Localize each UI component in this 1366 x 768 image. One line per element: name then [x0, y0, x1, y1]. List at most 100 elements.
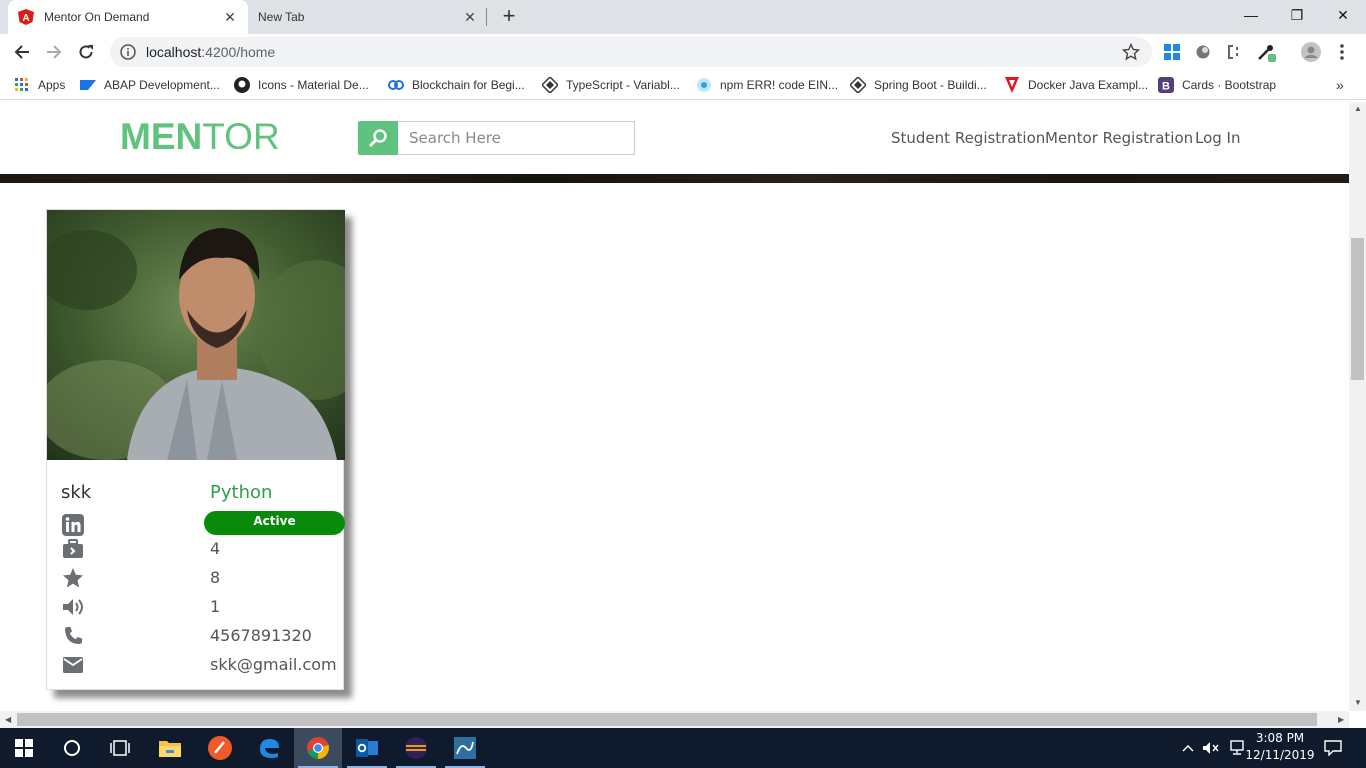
bookmarks-overflow-chevron-icon[interactable]: »: [1336, 76, 1344, 94]
hero-banner-strip: [0, 174, 1349, 183]
mentor-skill: Python: [210, 482, 273, 503]
notifications-icon[interactable]: [1320, 728, 1346, 768]
rating-row: 8: [47, 566, 345, 592]
outlook-icon: [356, 739, 378, 757]
windows-logo-icon: [15, 739, 33, 757]
close-tab-icon[interactable]: ✕: [462, 9, 478, 25]
mentor-card[interactable]: skk Python Active 4 8 1 4567891320 skk@g…: [46, 209, 345, 690]
github-icon: [234, 77, 250, 93]
scroll-down-arrow-icon[interactable]: ▼: [1354, 698, 1362, 707]
nav-mentor-registration[interactable]: Mentor Registration: [1045, 129, 1193, 147]
bookmark-spring-boot[interactable]: Spring Boot - Buildi...: [850, 76, 987, 94]
bookmark-abap[interactable]: ABAP Development...: [80, 76, 220, 94]
mail-icon: [61, 653, 85, 677]
search-taskbar-button[interactable]: [48, 728, 96, 768]
minimize-button[interactable]: —: [1228, 0, 1274, 30]
bookmark-label: Docker Java Exampl...: [1028, 78, 1149, 92]
phone-row: 4567891320: [47, 624, 345, 650]
bootstrap-icon: B: [1158, 77, 1174, 93]
circle-extension-icon[interactable]: [1193, 42, 1213, 62]
tray-chevron-up-icon[interactable]: [1178, 728, 1198, 768]
linkedin-icon[interactable]: [61, 513, 85, 537]
eclipse-icon: [405, 737, 427, 759]
edge-button[interactable]: [245, 728, 293, 768]
mysql-workbench-button[interactable]: [441, 728, 489, 768]
phone-value[interactable]: 4567891320: [210, 626, 312, 645]
scroll-up-arrow-icon[interactable]: ▲: [1354, 104, 1362, 113]
bookmark-star-icon[interactable]: [1122, 43, 1140, 61]
bookmark-label: Apps: [38, 78, 66, 92]
email-value[interactable]: skk@gmail.com: [210, 655, 337, 674]
speaker-muted-icon[interactable]: [1200, 728, 1222, 768]
site-logo[interactable]: MENTOR: [120, 116, 280, 158]
restore-button[interactable]: ❐: [1274, 0, 1320, 30]
bookmark-docker[interactable]: Docker Java Exampl...: [1004, 76, 1148, 94]
windows-extension-icon[interactable]: [1162, 42, 1182, 62]
search-icon: [368, 129, 387, 148]
site-search: [358, 121, 635, 155]
bookmark-npm[interactable]: npm ERR! code EIN...: [696, 76, 838, 94]
briefcase-icon: [61, 537, 85, 561]
outlook-button[interactable]: [343, 728, 391, 768]
bookmark-blockchain[interactable]: Blockchain for Begi...: [388, 76, 525, 94]
forward-button[interactable]: [42, 40, 66, 64]
search-input[interactable]: [398, 121, 635, 155]
logo-part-light: TOR: [202, 116, 280, 157]
back-button[interactable]: [10, 40, 34, 64]
tab-mentor-on-demand[interactable]: A Mentor On Demand ✕: [8, 0, 248, 34]
url-path: :4200/home: [201, 44, 276, 60]
tab-new-tab[interactable]: New Tab ✕: [248, 0, 488, 34]
app-orange-button[interactable]: [196, 728, 244, 768]
chrome-button[interactable]: [294, 728, 342, 768]
nav-student-registration[interactable]: Student Registration: [891, 129, 1045, 147]
sap-icon: [80, 77, 96, 93]
folder-icon: [159, 741, 181, 757]
close-tab-icon[interactable]: ✕: [222, 9, 238, 25]
clock-date: 12/11/2019: [1245, 748, 1315, 762]
bookmark-label: TypeScript - Variabl...: [566, 78, 680, 92]
status-badge: Active: [204, 511, 345, 535]
pen-app-icon: [208, 736, 232, 760]
mentor-photo: [47, 210, 345, 460]
vertical-scroll-thumb[interactable]: [1351, 238, 1364, 380]
bookmark-icons-material[interactable]: Icons - Material De...: [234, 76, 369, 94]
horizontal-scrollbar[interactable]: ◀ ▶: [0, 711, 1349, 728]
bookmarks-bar: Apps ABAP Development... Icons - Materia…: [0, 70, 1366, 100]
eclipse-button[interactable]: [392, 728, 440, 768]
info-icon[interactable]: [120, 44, 136, 60]
npm-icon: [696, 77, 712, 93]
task-view-button[interactable]: [96, 728, 144, 768]
reload-button[interactable]: [74, 40, 98, 64]
search-button[interactable]: [358, 121, 398, 155]
code-extension-icon[interactable]: [1224, 42, 1244, 62]
site-navbar: MENTOR Student Registration Mentor Regis…: [0, 102, 1349, 174]
email-row: skk@gmail.com: [47, 653, 345, 679]
star-icon: [61, 566, 85, 590]
new-tab-button[interactable]: +: [498, 5, 520, 27]
horizontal-scroll-thumb[interactable]: [17, 713, 1317, 726]
trainings-value: 1: [210, 597, 221, 616]
bookmark-typescript[interactable]: TypeScript - Variabl...: [542, 76, 680, 94]
scroll-right-arrow-icon[interactable]: ▶: [1338, 715, 1344, 724]
close-window-button[interactable]: ✕: [1320, 0, 1366, 30]
scroll-left-arrow-icon[interactable]: ◀: [5, 715, 11, 724]
taskbar-clock[interactable]: 3:08 PM 12/11/2019: [1244, 730, 1316, 764]
kebab-menu-icon[interactable]: [1332, 42, 1352, 62]
trainings-row: 1: [47, 595, 345, 621]
start-button[interactable]: [0, 728, 48, 768]
task-view-icon: [110, 740, 130, 756]
nav-log-in[interactable]: Log In: [1195, 129, 1241, 147]
experience-value: 4: [210, 539, 221, 558]
profile-avatar-icon[interactable]: [1301, 42, 1321, 62]
file-explorer-button[interactable]: [146, 728, 194, 768]
bookmark-bootstrap[interactable]: B Cards · Bootstrap: [1158, 76, 1276, 94]
bookmark-label: Cards · Bootstrap: [1182, 78, 1277, 92]
bookmark-apps[interactable]: Apps: [14, 76, 65, 94]
eyedropper-extension-icon[interactable]: [1256, 42, 1276, 62]
vertical-scrollbar[interactable]: ▲ ▼: [1349, 102, 1366, 711]
volume-icon: [61, 595, 85, 619]
url-host: localhost: [146, 44, 202, 60]
address-bar[interactable]: localhost:4200/home: [110, 37, 1152, 67]
clock-time: 3:08 PM: [1255, 731, 1305, 745]
browser-toolbar: localhost:4200/home: [0, 34, 1366, 70]
